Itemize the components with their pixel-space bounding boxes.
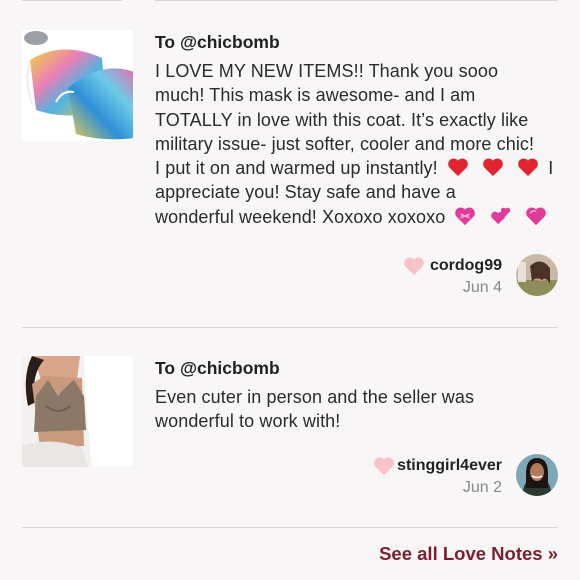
message-line: TOTALLY in love with this coat. It’s exa… [155, 109, 529, 130]
message-line: I LOVE MY NEW ITEMS!! Thank you sooo [155, 61, 499, 81]
crop-top-photo [22, 356, 133, 467]
user-avatar[interactable] [516, 254, 558, 296]
message-line: military issue- just softer, cooler and … [155, 133, 535, 154]
note-message: Even cuter in person and the seller was … [155, 385, 565, 434]
red-heart-emoji-icon [448, 158, 468, 177]
note-recipient[interactable]: To @chicbomb [155, 32, 280, 53]
username-link[interactable]: cordog99 [430, 257, 502, 275]
like-heart-icon[interactable] [403, 256, 425, 276]
message-line: Even cuter in person and the seller was [155, 387, 475, 407]
user-avatar-photo [516, 454, 558, 496]
username-link[interactable]: stinggirl4ever [397, 457, 502, 475]
heart-with-ribbon-emoji-icon [455, 207, 476, 225]
user-avatar-photo [516, 254, 558, 296]
message-line: appreciate you! Stay safe and have a [155, 182, 456, 203]
note-divider [22, 527, 558, 528]
message-line: wonderful to work with! [155, 411, 341, 432]
message-line: wonderful weekend! Xoxoxo xoxoxo [155, 206, 446, 227]
red-heart-emoji-icon [518, 158, 538, 177]
listing-thumbnail-mask[interactable] [22, 30, 133, 141]
message-line: I [548, 158, 554, 179]
note-date: Jun 2 [462, 479, 502, 496]
note-divider [22, 327, 558, 328]
message-line-with-hearts: wonderful weekend! Xoxoxo xoxoxo [155, 205, 565, 229]
like-heart-icon[interactable] [373, 456, 395, 476]
sparkling-heart-emoji-icon [525, 207, 546, 225]
message-line: much! This mask is awesome- and I am [155, 85, 476, 106]
user-avatar[interactable] [516, 454, 558, 496]
top-divider-right [155, 0, 558, 1]
listing-thumbnail-crop-top[interactable] [22, 356, 133, 467]
see-all-love-notes-link[interactable]: See all Love Notes » [379, 543, 558, 565]
two-hearts-emoji-icon [490, 207, 510, 224]
top-divider-left [22, 0, 122, 1]
tie-dye-mask-photo [22, 30, 133, 141]
message-line: I put it on and warmed up instantly! [155, 158, 438, 179]
note-date: Jun 4 [462, 279, 502, 296]
note-message: I LOVE MY NEW ITEMS!! Thank you sooo muc… [155, 59, 565, 229]
red-heart-emoji-icon [483, 158, 503, 177]
note-recipient[interactable]: To @chicbomb [155, 358, 280, 379]
message-line-with-hearts: I put it on and warmed up instantly! I [155, 156, 565, 180]
